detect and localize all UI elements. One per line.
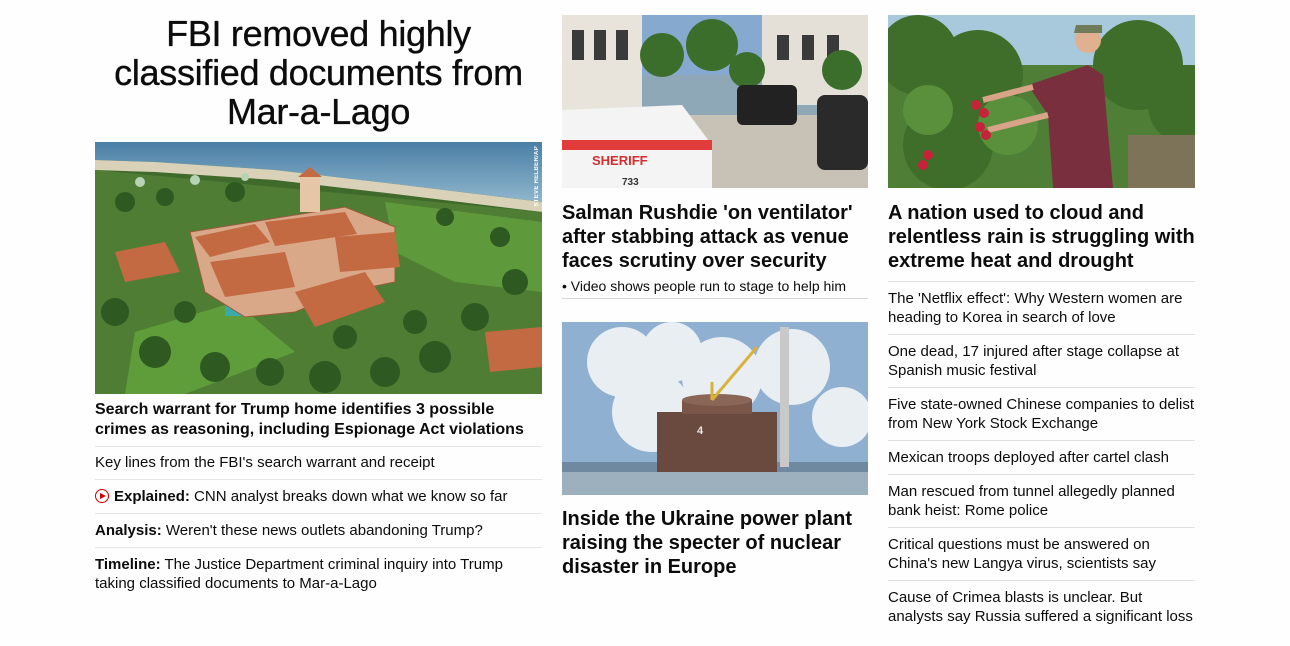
- rushdie-video-link[interactable]: • Video shows people run to stage to hel…: [562, 277, 868, 299]
- related-text: CNN analyst breaks down what we know so …: [194, 488, 508, 505]
- lead-related-item[interactable]: Timeline: The Justice Department crimina…: [95, 547, 542, 600]
- play-video-icon: [95, 489, 109, 503]
- related-kicker: Explained:: [114, 488, 190, 505]
- rushdie-headline[interactable]: Salman Rushdie 'on ventilator' after sta…: [562, 201, 868, 273]
- news-page: FBI removed highly classified documents …: [0, 0, 1290, 646]
- lead-related-item[interactable]: Explained: CNN analyst breaks down what …: [95, 479, 542, 513]
- lead-related-item[interactable]: Analysis: Weren't these news outlets aba…: [95, 513, 542, 547]
- unit-number: 4: [697, 425, 704, 437]
- headline-item[interactable]: Cause of Crimea blasts is unclear. But a…: [888, 580, 1195, 633]
- ukraine-plant-image[interactable]: 4: [562, 322, 868, 500]
- lead-related-item[interactable]: Key lines from the FBI's search warrant …: [95, 446, 542, 479]
- headline-item[interactable]: Five state-owned Chinese companies to de…: [888, 387, 1195, 440]
- middle-column: SHERIFF 733 Salman Rushdie 'on ventilato…: [562, 15, 868, 583]
- headline-item[interactable]: Mexican troops deployed after cartel cla…: [888, 440, 1195, 474]
- drought-headline[interactable]: A nation used to cloud and relentless ra…: [888, 201, 1195, 273]
- orchard-farmer-photo: [888, 15, 1195, 190]
- related-text: Key lines from the FBI's search warrant …: [95, 454, 435, 471]
- mar-a-lago-aerial-image[interactable]: STEVE HELBER/AP: [95, 142, 542, 394]
- headline-item[interactable]: Critical questions must be answered on C…: [888, 527, 1195, 580]
- lead-story-title[interactable]: Search warrant for Trump home identifies…: [95, 400, 542, 440]
- power-plant-photo: 4: [562, 322, 868, 495]
- drought-story-image[interactable]: [888, 15, 1195, 193]
- lead-related-list: Key lines from the FBI's search warrant …: [95, 446, 542, 600]
- car-label: SHERIFF: [592, 153, 648, 168]
- ukraine-headline[interactable]: Inside the Ukraine power plant raising t…: [562, 507, 868, 579]
- photo-credit: STEVE HELBER/AP: [534, 146, 540, 207]
- right-column: A nation used to cloud and relentless ra…: [888, 15, 1195, 633]
- sheriff-car-photo: SHERIFF 733: [562, 15, 868, 188]
- related-kicker: Timeline:: [95, 556, 161, 573]
- mar-a-lago-aerial-photo: [95, 142, 542, 394]
- more-headlines-list: The 'Netflix effect': Why Western women …: [888, 281, 1195, 633]
- related-kicker: Analysis:: [95, 522, 162, 539]
- headline-item[interactable]: Man rescued from tunnel allegedly planne…: [888, 474, 1195, 527]
- headline-item[interactable]: The 'Netflix effect': Why Western women …: [888, 281, 1195, 334]
- related-text: Weren't these news outlets abandoning Tr…: [165, 522, 483, 539]
- lead-story: FBI removed highly classified documents …: [95, 14, 542, 600]
- lead-headline[interactable]: FBI removed highly classified documents …: [95, 14, 542, 131]
- car-number: 733: [622, 177, 639, 188]
- rushdie-story-image[interactable]: SHERIFF 733: [562, 15, 868, 193]
- headline-item[interactable]: One dead, 17 injured after stage collaps…: [888, 334, 1195, 387]
